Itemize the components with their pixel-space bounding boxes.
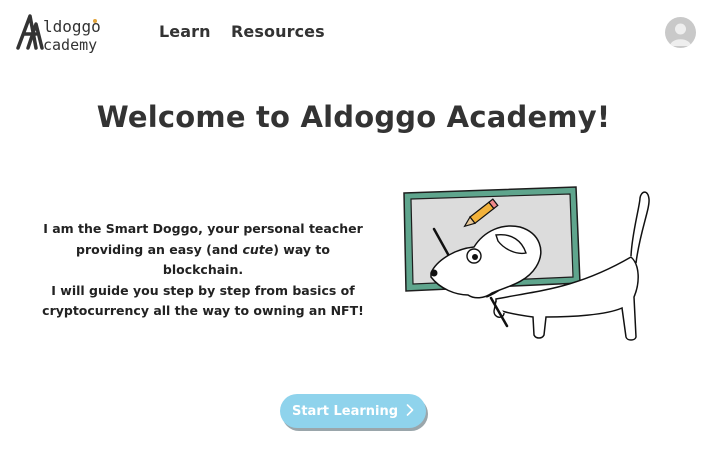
logo-line1: ldoggo bbox=[43, 17, 101, 36]
nav-resources[interactable]: Resources bbox=[231, 22, 325, 41]
intro-line: cryptocurrency all the way to owning an … bbox=[42, 303, 364, 319]
logo-mark: ldoggo cademy bbox=[16, 14, 101, 54]
avatar-silhouette-icon bbox=[670, 23, 691, 46]
intro-line: providing an easy (and cute) way to bloc… bbox=[42, 240, 364, 281]
logo-line2: cademy bbox=[43, 36, 97, 54]
chevron-right-icon bbox=[406, 403, 414, 419]
intro-text: I am the Smart Doggo, your personal teac… bbox=[42, 219, 364, 322]
logo[interactable]: ldoggo cademy bbox=[16, 10, 128, 54]
nav-learn[interactable]: Learn bbox=[159, 22, 211, 41]
start-learning-button[interactable]: Start Learning bbox=[280, 394, 426, 428]
intro-emphasis: cute bbox=[242, 241, 274, 257]
intro-line: I am the Smart Doggo, your personal teac… bbox=[43, 221, 363, 236]
navbar: ldoggo cademy Learn Resources bbox=[0, 0, 721, 66]
intro-line: I will guide you step by step from basic… bbox=[51, 282, 355, 298]
page-title: Welcome to Aldoggo Academy! bbox=[96, 100, 611, 134]
dog-chalkboard-icon bbox=[403, 186, 650, 341]
logo-accent-dot bbox=[93, 19, 97, 23]
doggo-illustration bbox=[396, 183, 658, 345]
intro-text-part: providing an easy (and bbox=[76, 241, 243, 257]
user-avatar-icon[interactable] bbox=[665, 17, 696, 48]
start-learning-label: Start Learning bbox=[291, 403, 399, 419]
